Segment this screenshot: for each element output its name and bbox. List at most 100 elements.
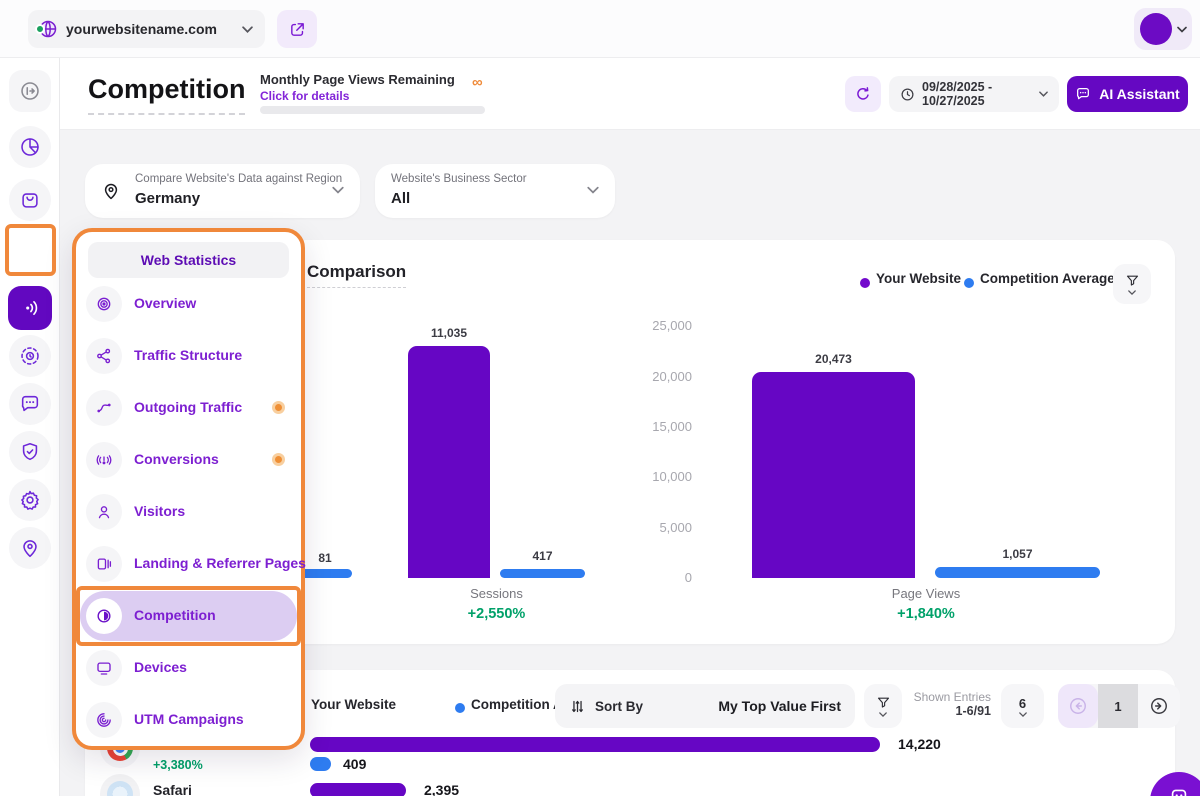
prev-page-button[interactable] bbox=[1058, 684, 1098, 728]
refresh-button[interactable] bbox=[845, 76, 881, 112]
chart-title: Comparison bbox=[307, 262, 406, 288]
region-filter[interactable]: Compare Website's Data against Region Ge… bbox=[85, 164, 360, 218]
hbar-chrome-competition[interactable] bbox=[310, 757, 331, 771]
menu-item-competition-active[interactable]: Competition bbox=[80, 591, 297, 641]
bar-pageviews-competition[interactable] bbox=[935, 567, 1100, 578]
sidebar-item-feedback[interactable] bbox=[9, 383, 51, 425]
page-size-value: 6 bbox=[1019, 696, 1026, 711]
region-filter-label: Compare Website's Data against Region bbox=[135, 173, 342, 185]
menu-item-overview[interactable]: Overview bbox=[76, 286, 301, 322]
visitors-person-icon bbox=[86, 494, 122, 530]
hbar-chrome-your-website[interactable] bbox=[310, 737, 880, 752]
row-safari-name: Safari bbox=[153, 782, 192, 796]
y-tick: 0 bbox=[632, 570, 692, 585]
sort-by-value: My Top Value First bbox=[718, 698, 841, 714]
page-size-select[interactable]: 6 bbox=[1001, 684, 1044, 728]
menu-item-devices[interactable]: Devices bbox=[76, 650, 301, 686]
app-root: yourwebsitename.com bbox=[0, 0, 1200, 796]
region-chevron-down-icon bbox=[332, 186, 344, 194]
conversions-announce-icon bbox=[86, 442, 122, 478]
shown-entries-range: 1-6/91 bbox=[903, 704, 991, 718]
hbar-value-chrome-your: 14,220 bbox=[898, 736, 941, 752]
pie-chart-icon bbox=[19, 136, 41, 158]
overview-bullseye-icon bbox=[86, 286, 122, 322]
sector-chevron-down-icon bbox=[587, 186, 599, 194]
funnel-icon bbox=[1125, 273, 1140, 288]
sidebar-item-store[interactable] bbox=[9, 179, 51, 221]
shopping-bag-icon bbox=[19, 189, 41, 211]
bar-sessions-competition[interactable] bbox=[500, 569, 585, 578]
menu-item-label: Outgoing Traffic bbox=[134, 399, 242, 415]
outgoing-route-icon bbox=[86, 390, 122, 426]
change-label-sessions: +2,550% bbox=[408, 606, 585, 622]
clock-icon bbox=[900, 87, 915, 102]
ai-assistant-label: AI Assistant bbox=[1099, 86, 1179, 102]
refresh-icon bbox=[854, 85, 872, 103]
sidebar-item-security[interactable] bbox=[9, 431, 51, 473]
quota-details-link[interactable]: Click for details bbox=[260, 89, 349, 103]
table-funnel-icon bbox=[876, 695, 891, 710]
menu-item-traffic-structure[interactable]: Traffic Structure bbox=[76, 338, 301, 374]
sidebar-collapse-button[interactable] bbox=[9, 70, 51, 112]
top-bar: yourwebsitename.com bbox=[0, 0, 1200, 58]
ai-chat-icon bbox=[1075, 86, 1091, 102]
menu-item-label: UTM Campaigns bbox=[134, 711, 244, 727]
bar-sessions-your-website[interactable] bbox=[408, 346, 490, 578]
user-menu-chevron-down-icon bbox=[1177, 26, 1187, 33]
shown-entries-label: Shown Entries bbox=[903, 690, 991, 704]
menu-item-outgoing-traffic[interactable]: Outgoing Traffic bbox=[76, 390, 301, 426]
next-page-button[interactable] bbox=[1138, 684, 1180, 728]
y-tick: 15,000 bbox=[632, 419, 692, 434]
menu-item-visitors[interactable]: Visitors bbox=[76, 494, 301, 530]
website-name: yourwebsitename.com bbox=[66, 21, 217, 37]
menu-item-utm-campaigns[interactable]: UTM Campaigns bbox=[76, 702, 301, 738]
notification-badge bbox=[272, 401, 285, 414]
sector-filter[interactable]: Website's Business Sector All bbox=[375, 164, 615, 218]
website-favicon-globe-icon bbox=[38, 19, 58, 39]
legend-your-website-dot bbox=[860, 278, 870, 288]
ai-assistant-button[interactable]: AI Assistant bbox=[1067, 76, 1188, 112]
bar-partial-competition[interactable] bbox=[298, 569, 352, 578]
shown-entries: Shown Entries 1-6/91 bbox=[903, 690, 991, 718]
competition-half-circle-icon bbox=[86, 598, 122, 634]
category-label-sessions: Sessions bbox=[408, 586, 585, 601]
change-label-pageviews: +1,840% bbox=[752, 606, 1100, 622]
website-selector[interactable]: yourwebsitename.com bbox=[28, 10, 265, 48]
robot-chat-icon bbox=[1168, 784, 1190, 796]
bar-pageviews-your-website[interactable] bbox=[752, 372, 915, 578]
utm-spiral-icon bbox=[86, 702, 122, 738]
table-legend-competition-dot bbox=[455, 703, 465, 713]
y-tick: 5,000 bbox=[632, 520, 692, 535]
open-website-button[interactable] bbox=[277, 10, 317, 48]
menu-item-label: Overview bbox=[134, 295, 196, 311]
sidebar-item-web-statistics-active[interactable] bbox=[8, 286, 52, 330]
date-range-value: 09/28/2025 - 10/27/2025 bbox=[922, 80, 1032, 108]
page-title: Competition bbox=[88, 74, 245, 115]
date-chevron-down-icon bbox=[1039, 91, 1048, 97]
table-filter-button[interactable] bbox=[864, 684, 902, 728]
quota-label: Monthly Page Views Remaining bbox=[260, 72, 455, 87]
sidebar-item-dashboard[interactable] bbox=[9, 126, 51, 168]
shield-check-icon bbox=[19, 441, 41, 463]
sidebar-item-location[interactable] bbox=[9, 527, 51, 569]
menu-item-conversions[interactable]: Conversions bbox=[76, 442, 301, 478]
menu-item-landing-referrer-pages[interactable]: Landing & Referrer Pages bbox=[76, 546, 301, 582]
hbar-safari-your-website[interactable] bbox=[310, 783, 406, 796]
menu-item-label: Devices bbox=[134, 659, 187, 675]
arrow-right-circle-icon bbox=[1149, 696, 1169, 716]
table-row-safari-icon-wrap bbox=[100, 774, 140, 796]
chart-filter-button[interactable] bbox=[1113, 264, 1151, 304]
sidebar-item-session-replays[interactable] bbox=[9, 335, 51, 377]
user-menu[interactable] bbox=[1134, 8, 1192, 50]
collapse-arrow-icon bbox=[19, 80, 41, 102]
current-page[interactable]: 1 bbox=[1098, 684, 1138, 728]
page-size-chevron-down-icon bbox=[1019, 712, 1027, 717]
sort-by-control[interactable]: Sort By My Top Value First bbox=[555, 684, 855, 728]
y-tick: 25,000 bbox=[632, 318, 692, 333]
legend-competition-label: Competition Average bbox=[980, 271, 1115, 286]
sidebar-item-settings[interactable] bbox=[9, 479, 51, 521]
bar-value-pageviews-competition: 1,057 bbox=[935, 547, 1100, 561]
date-range-picker[interactable]: 09/28/2025 - 10/27/2025 bbox=[889, 76, 1059, 112]
web-statistics-flyout-menu: Web Statistics Overview Traffic Structur… bbox=[72, 228, 305, 750]
sidebar-nav bbox=[0, 58, 60, 796]
